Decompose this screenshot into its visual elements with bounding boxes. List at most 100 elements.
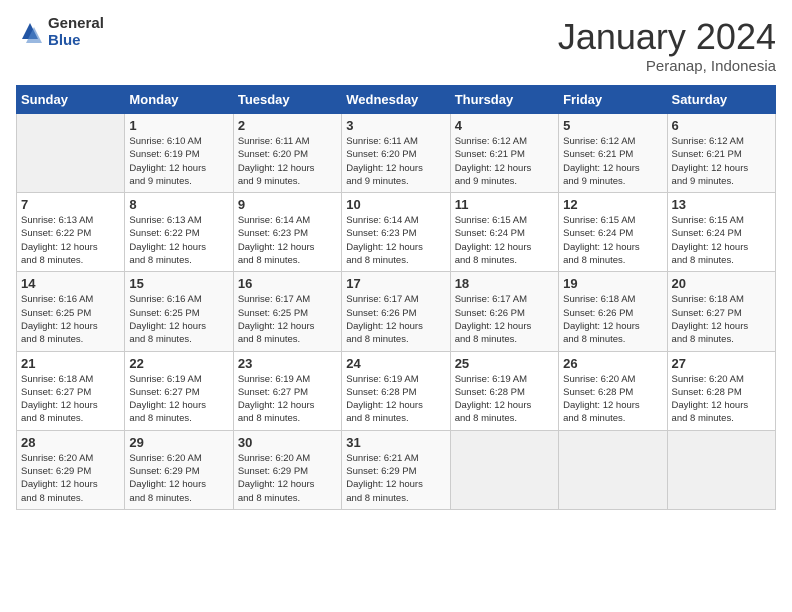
day-info: Sunrise: 6:12 AMSunset: 6:21 PMDaylight:… [672,135,771,188]
day-info: Sunrise: 6:18 AMSunset: 6:27 PMDaylight:… [672,293,771,346]
day-info: Sunrise: 6:14 AMSunset: 6:23 PMDaylight:… [346,214,445,267]
weekday-header-monday: Monday [125,86,233,114]
day-info: Sunrise: 6:14 AMSunset: 6:23 PMDaylight:… [238,214,337,267]
calendar-cell: 25 Sunrise: 6:19 AMSunset: 6:28 PMDayligh… [450,351,558,430]
day-number: 2 [238,118,337,133]
day-number: 10 [346,197,445,212]
day-number: 24 [346,356,445,371]
day-info: Sunrise: 6:17 AMSunset: 6:26 PMDaylight:… [346,293,445,346]
day-info: Sunrise: 6:12 AMSunset: 6:21 PMDaylight:… [563,135,662,188]
calendar-cell: 8Sunrise: 6:13 AMSunset: 6:22 PMDaylight… [125,193,233,272]
calendar-cell: 21 Sunrise: 6:18 AMSunset: 6:27 PMDayligh… [17,351,125,430]
day-number: 17 [346,276,445,291]
calendar-cell: 11 Sunrise: 6:15 AMSunset: 6:24 PMDayligh… [450,193,558,272]
day-number: 12 [563,197,662,212]
calendar-cell [559,430,667,509]
calendar-cell: 4Sunrise: 6:12 AMSunset: 6:21 PMDaylight… [450,114,558,193]
day-number: 4 [455,118,554,133]
calendar-cell: 5 Sunrise: 6:12 AMSunset: 6:21 PMDaylight… [559,114,667,193]
logo: General Blue [16,16,104,49]
calendar-cell: 16Sunrise: 6:17 AMSunset: 6:25 PMDayligh… [233,272,341,351]
day-info: Sunrise: 6:18 AMSunset: 6:27 PMDaylight:… [21,373,120,426]
day-info: Sunrise: 6:10 AMSunset: 6:19 PMDaylight:… [129,135,228,188]
day-number: 1 [129,118,228,133]
day-number: 29 [129,435,228,450]
day-info: Sunrise: 6:20 AMSunset: 6:29 PMDaylight:… [21,452,120,505]
day-info: Sunrise: 6:13 AMSunset: 6:22 PMDaylight:… [129,214,228,267]
day-info: Sunrise: 6:16 AMSunset: 6:25 PMDaylight:… [21,293,120,346]
day-number: 25 [455,356,554,371]
day-number: 21 [21,356,120,371]
calendar-cell: 17 Sunrise: 6:17 AMSunset: 6:26 PMDayligh… [342,272,450,351]
day-number: 22 [129,356,228,371]
day-number: 3 [346,118,445,133]
logo-blue: Blue [48,32,81,49]
day-number: 15 [129,276,228,291]
day-number: 5 [563,118,662,133]
calendar-cell: 10 Sunrise: 6:14 AMSunset: 6:23 PMDayligh… [342,193,450,272]
calendar-cell [667,430,775,509]
weekday-header-sunday: Sunday [17,86,125,114]
day-info: Sunrise: 6:19 AMSunset: 6:27 PMDaylight:… [129,373,228,426]
month-title: January 2024 [558,16,776,58]
day-number: 9 [238,197,337,212]
weekday-header-thursday: Thursday [450,86,558,114]
day-number: 18 [455,276,554,291]
day-info: Sunrise: 6:20 AMSunset: 6:29 PMDaylight:… [238,452,337,505]
calendar-cell: 27Sunrise: 6:20 AMSunset: 6:28 PMDayligh… [667,351,775,430]
day-info: Sunrise: 6:13 AMSunset: 6:22 PMDaylight:… [21,214,120,267]
calendar-cell: 24 Sunrise: 6:19 AMSunset: 6:28 PMDayligh… [342,351,450,430]
day-info: Sunrise: 6:15 AMSunset: 6:24 PMDaylight:… [672,214,771,267]
day-number: 7 [21,197,120,212]
calendar-cell: 26Sunrise: 6:20 AMSunset: 6:28 PMDayligh… [559,351,667,430]
calendar-cell: 15 Sunrise: 6:16 AMSunset: 6:25 PMDayligh… [125,272,233,351]
day-number: 13 [672,197,771,212]
calendar-cell: 3 Sunrise: 6:11 AMSunset: 6:20 PMDaylight… [342,114,450,193]
weekday-header-tuesday: Tuesday [233,86,341,114]
calendar-table: SundayMondayTuesdayWednesdayThursdayFrid… [16,85,776,510]
header: General Blue January 2024 Peranap, Indon… [16,16,776,75]
day-number: 14 [21,276,120,291]
day-info: Sunrise: 6:20 AMSunset: 6:29 PMDaylight:… [129,452,228,505]
subtitle: Peranap, Indonesia [558,58,776,75]
day-number: 11 [455,197,554,212]
calendar-cell: 12 Sunrise: 6:15 AMSunset: 6:24 PMDayligh… [559,193,667,272]
calendar-week-row: 14 Sunrise: 6:16 AMSunset: 6:25 PMDayligh… [17,272,776,351]
calendar-cell: 29 Sunrise: 6:20 AMSunset: 6:29 PMDayligh… [125,430,233,509]
day-info: Sunrise: 6:19 AMSunset: 6:28 PMDaylight:… [455,373,554,426]
calendar-week-row: 1 Sunrise: 6:10 AMSunset: 6:19 PMDaylight… [17,114,776,193]
day-number: 26 [563,356,662,371]
calendar-cell: 9 Sunrise: 6:14 AMSunset: 6:23 PMDaylight… [233,193,341,272]
calendar-cell: 30 Sunrise: 6:20 AMSunset: 6:29 PMDayligh… [233,430,341,509]
calendar-cell: 14 Sunrise: 6:16 AMSunset: 6:25 PMDayligh… [17,272,125,351]
logo-general: General [48,15,104,32]
day-number: 20 [672,276,771,291]
day-info: Sunrise: 6:19 AMSunset: 6:27 PMDaylight:… [238,373,337,426]
day-number: 19 [563,276,662,291]
calendar-cell: 20 Sunrise: 6:18 AMSunset: 6:27 PMDayligh… [667,272,775,351]
calendar-cell: 22 Sunrise: 6:19 AMSunset: 6:27 PMDayligh… [125,351,233,430]
day-number: 16 [238,276,337,291]
day-number: 23 [238,356,337,371]
day-info: Sunrise: 6:11 AMSunset: 6:20 PMDaylight:… [346,135,445,188]
day-info: Sunrise: 6:17 AMSunset: 6:26 PMDaylight:… [455,293,554,346]
calendar-cell: 7 Sunrise: 6:13 AMSunset: 6:22 PMDaylight… [17,193,125,272]
day-info: Sunrise: 6:15 AMSunset: 6:24 PMDaylight:… [455,214,554,267]
weekday-header-wednesday: Wednesday [342,86,450,114]
calendar-cell: 18 Sunrise: 6:17 AMSunset: 6:26 PMDayligh… [450,272,558,351]
day-number: 30 [238,435,337,450]
calendar-cell: 6 Sunrise: 6:12 AMSunset: 6:21 PMDaylight… [667,114,775,193]
day-info: Sunrise: 6:15 AMSunset: 6:24 PMDaylight:… [563,214,662,267]
day-info: Sunrise: 6:20 AMSunset: 6:28 PMDaylight:… [672,373,771,426]
weekday-header-friday: Friday [559,86,667,114]
day-number: 31 [346,435,445,450]
weekday-header-row: SundayMondayTuesdayWednesdayThursdayFrid… [17,86,776,114]
day-info: Sunrise: 6:11 AMSunset: 6:20 PMDaylight:… [238,135,337,188]
day-info: Sunrise: 6:21 AMSunset: 6:29 PMDaylight:… [346,452,445,505]
day-number: 6 [672,118,771,133]
calendar-cell [17,114,125,193]
day-info: Sunrise: 6:16 AMSunset: 6:25 PMDaylight:… [129,293,228,346]
calendar-cell [450,430,558,509]
day-info: Sunrise: 6:19 AMSunset: 6:28 PMDaylight:… [346,373,445,426]
calendar-week-row: 21 Sunrise: 6:18 AMSunset: 6:27 PMDayligh… [17,351,776,430]
